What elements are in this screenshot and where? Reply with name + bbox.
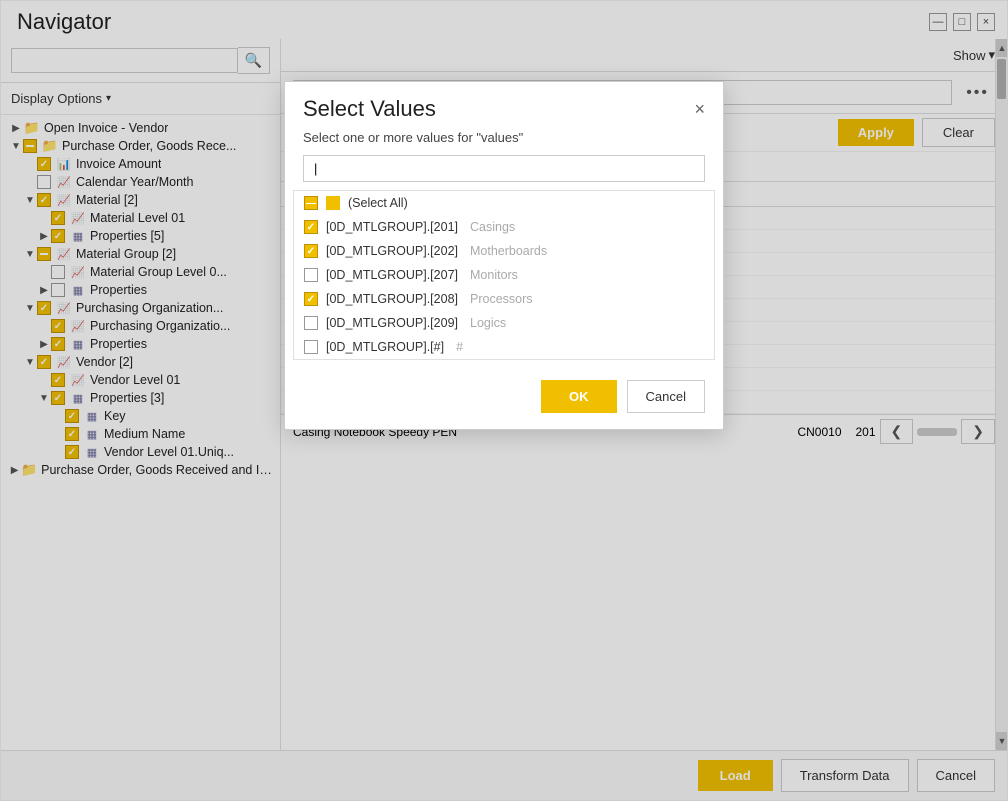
- name-201: Casings: [470, 220, 515, 234]
- checkbox-207[interactable]: [304, 268, 318, 282]
- dialog-subtitle: Select one or more values for "values": [285, 122, 723, 155]
- name-207: Monitors: [470, 268, 518, 282]
- code-207: [0D_MTLGROUP].[207]: [326, 268, 458, 282]
- checkbox-hash[interactable]: [304, 340, 318, 354]
- dialog-item-202[interactable]: [0D_MTLGROUP].[202] Motherboards: [294, 239, 714, 263]
- dialog-title-bar: Select Values ×: [285, 82, 723, 122]
- dialog-footer: OK Cancel: [285, 370, 723, 429]
- code-hash: [0D_MTLGROUP].[#]: [326, 340, 444, 354]
- dialog-overlay: Select Values × Select one or more value…: [1, 1, 1007, 800]
- checkbox-208[interactable]: [304, 292, 318, 306]
- select-all-icon: [326, 196, 340, 210]
- code-209: [0D_MTLGROUP].[209]: [326, 316, 458, 330]
- name-202: Motherboards: [470, 244, 547, 258]
- dialog-item-209[interactable]: [0D_MTLGROUP].[209] Logics: [294, 311, 714, 335]
- code-208: [0D_MTLGROUP].[208]: [326, 292, 458, 306]
- dialog-search-input[interactable]: [303, 155, 705, 182]
- cancel-dialog-button[interactable]: Cancel: [627, 380, 705, 413]
- dialog-item-hash[interactable]: [0D_MTLGROUP].[#] #: [294, 335, 714, 359]
- checkbox-202[interactable]: [304, 244, 318, 258]
- dialog-item-207[interactable]: [0D_MTLGROUP].[207] Monitors: [294, 263, 714, 287]
- dialog-item-select-all[interactable]: (Select All): [294, 191, 714, 215]
- ok-button[interactable]: OK: [541, 380, 617, 413]
- checkbox-209[interactable]: [304, 316, 318, 330]
- select-all-label: (Select All): [348, 196, 408, 210]
- dialog-item-201[interactable]: [0D_MTLGROUP].[201] Casings: [294, 215, 714, 239]
- name-208: Processors: [470, 292, 533, 306]
- code-201: [0D_MTLGROUP].[201]: [326, 220, 458, 234]
- dialog-title: Select Values: [303, 96, 436, 122]
- dialog-item-208[interactable]: [0D_MTLGROUP].[208] Processors: [294, 287, 714, 311]
- checkbox-select-all[interactable]: [304, 196, 318, 210]
- dialog-list: (Select All) [0D_MTLGROUP].[201] Casings…: [293, 190, 715, 360]
- name-hash: #: [456, 340, 463, 354]
- main-window: Navigator — □ × 🔍 Display Options ▾ ▶: [0, 0, 1008, 801]
- checkbox-201[interactable]: [304, 220, 318, 234]
- dialog-close-button[interactable]: ×: [694, 100, 705, 118]
- select-values-dialog: Select Values × Select one or more value…: [284, 81, 724, 430]
- code-202: [0D_MTLGROUP].[202]: [326, 244, 458, 258]
- name-209: Logics: [470, 316, 506, 330]
